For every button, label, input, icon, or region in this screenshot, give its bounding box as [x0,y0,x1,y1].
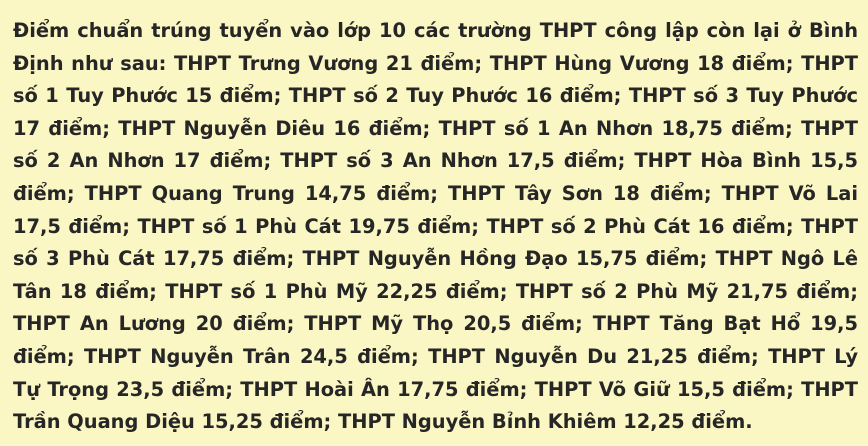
article-panel: Điểm chuẩn trúng tuyển vào lớp 10 các tr… [0,0,868,446]
admission-scores-paragraph: Điểm chuẩn trúng tuyển vào lớp 10 các tr… [13,19,858,434]
